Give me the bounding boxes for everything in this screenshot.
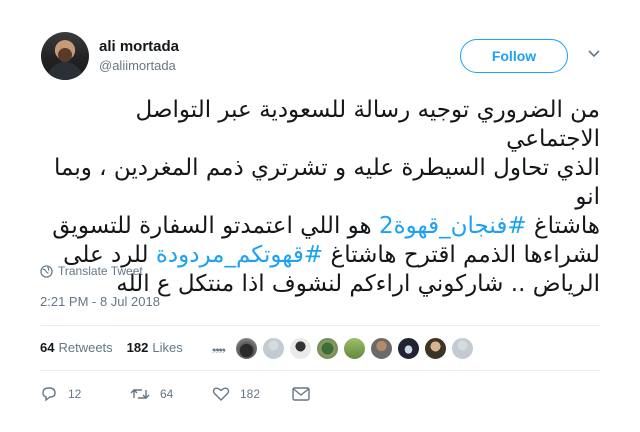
divider [40, 325, 600, 326]
translate-tweet-link[interactable]: Translate Tweet [40, 264, 143, 278]
quote-icon: ❠❠ [212, 342, 226, 354]
follow-button[interactable]: Follow [460, 39, 568, 73]
likers-avatars: ❠❠ [212, 337, 478, 360]
liker-avatar[interactable] [369, 337, 393, 360]
stats-bar: 64 Retweets 182 Likes [40, 340, 197, 355]
retweet-count: 64 [160, 387, 174, 401]
mail-icon [292, 387, 310, 401]
like-button[interactable]: 182 [212, 386, 292, 402]
avatar-suit [47, 62, 83, 80]
liker-avatar[interactable] [450, 337, 474, 360]
liker-avatar[interactable] [342, 337, 366, 360]
tweet-line: الذي تحاول السيطرة عليه و تشرتري ذمم الم… [54, 155, 600, 210]
likes-label: Likes [152, 340, 183, 355]
liker-avatar[interactable] [396, 337, 420, 360]
author-handle[interactable]: @aliimortada [99, 58, 176, 73]
avatar-face [58, 48, 72, 62]
reply-icon [42, 387, 56, 402]
liker-avatar[interactable] [234, 337, 258, 360]
likes-stat[interactable]: 182 Likes [127, 340, 183, 355]
tweet-text-fragment: هو اللي اعتمدتو السفارة للتسويق [52, 213, 379, 239]
retweet-button[interactable]: 64 [130, 386, 212, 402]
globe-icon [40, 264, 53, 278]
translate-label: Translate Tweet [58, 264, 143, 278]
hashtag-link[interactable]: #فنجان_قهوة2 [379, 213, 527, 239]
retweet-icon [130, 389, 150, 399]
tweet-timestamp[interactable]: 2:21 PM - 8 Jul 2018 [40, 294, 160, 309]
reply-button[interactable]: 12 [40, 386, 130, 402]
like-count: 182 [240, 387, 261, 401]
heart-icon [212, 387, 230, 401]
tweet-line: من الضروري توجيه رسالة للسعودية عبر التو… [135, 97, 600, 152]
liker-avatar[interactable] [423, 337, 447, 360]
reply-count: 12 [68, 387, 82, 401]
tweet-text-fragment: لشراءها الذمم اقترح هاشتاغ [323, 242, 600, 268]
tweet-line: هاشتاغ #فنجان_قهوة2 هو اللي اعتمدتو السف… [35, 212, 600, 241]
avatar[interactable] [41, 32, 89, 80]
retweets-count: 64 [40, 340, 55, 355]
retweets-stat[interactable]: 64 Retweets [40, 340, 113, 355]
tweet-text-fragment: هاشتاغ [526, 213, 600, 239]
liker-avatar[interactable] [288, 337, 312, 360]
author-name[interactable]: ali mortada [99, 38, 179, 55]
tweet-actions: 12 64 182 [40, 386, 320, 402]
divider [40, 370, 600, 371]
chevron-down-icon[interactable] [586, 46, 602, 62]
hashtag-link[interactable]: #قهوتكم_مردودة [156, 242, 323, 268]
likes-count: 182 [126, 340, 149, 355]
retweets-label: Retweets [58, 340, 113, 355]
tweet-card: ali mortada @aliimortada Follow من الضرو… [0, 0, 640, 432]
liker-avatar[interactable] [315, 337, 339, 360]
direct-message-button[interactable] [292, 387, 320, 401]
liker-avatar[interactable] [261, 337, 285, 360]
